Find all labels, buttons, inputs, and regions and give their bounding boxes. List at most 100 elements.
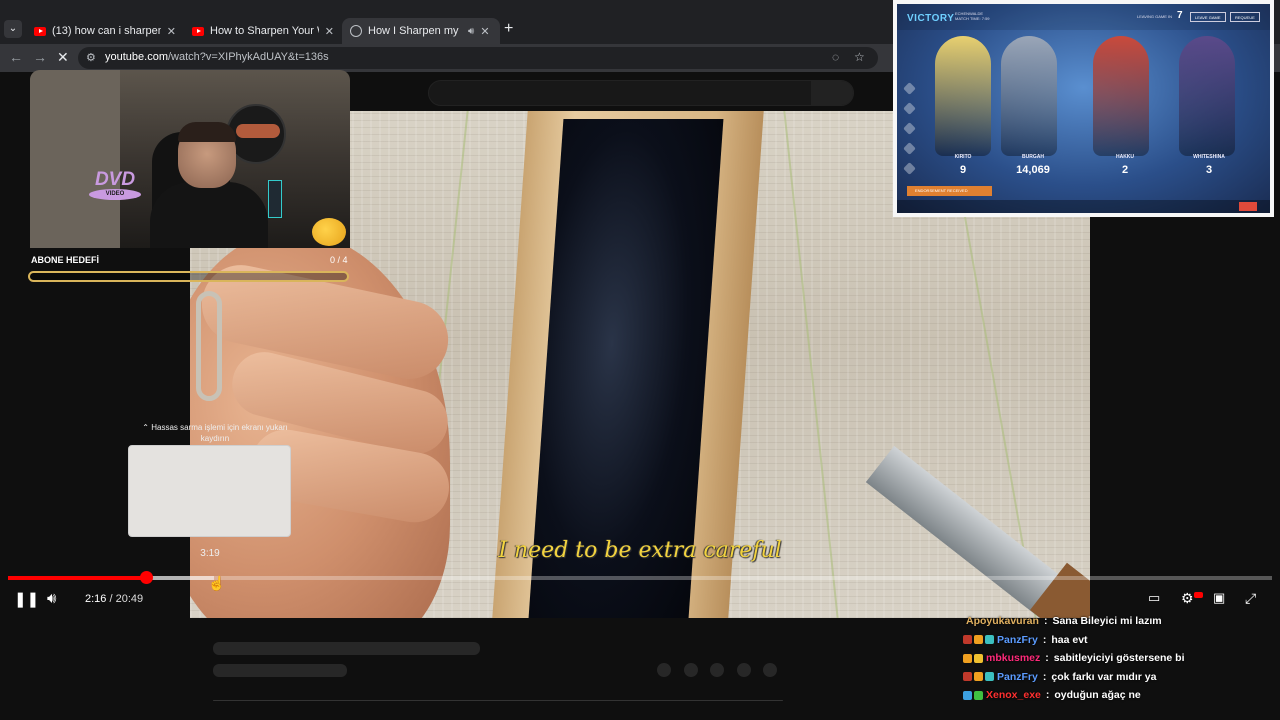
endorsement-banner: ENDORSEMENT RECEIVED xyxy=(907,186,992,196)
chat-badge-icon xyxy=(974,690,983,700)
action-skeleton xyxy=(737,663,751,677)
game-footer xyxy=(897,200,1270,213)
action-skeleton xyxy=(763,663,777,677)
leaving-count: 7 xyxy=(1177,10,1183,21)
mouse-cursor-icon: ☝ xyxy=(208,575,226,591)
search-bar-placeholder[interactable] xyxy=(428,80,854,106)
requeue-button: REQUEUE xyxy=(1230,12,1260,22)
url-path: /watch?v=XIPhykAdUAY&t=136s xyxy=(167,51,329,63)
player-name-2: BURGAH xyxy=(1022,154,1044,160)
divider xyxy=(213,700,783,701)
chat-separator: : xyxy=(1045,689,1050,701)
chat-text: sabitleyiciyi göstersene bi xyxy=(1053,652,1185,664)
hd-badge xyxy=(1194,592,1203,598)
chat-username: mbkusmez xyxy=(986,652,1041,664)
leaving-label: LEAVING GAME IN xyxy=(1137,14,1173,19)
player-value-1: 9 xyxy=(959,164,967,176)
chat-username: Apoyukavuran xyxy=(966,615,1039,627)
youtube-favicon-icon xyxy=(34,26,46,36)
chat-separator: : xyxy=(1042,670,1047,683)
site-info-icon[interactable]: ⚙ xyxy=(86,51,96,64)
streamer-headset xyxy=(178,122,236,142)
player-value-2: 14,069 xyxy=(1016,164,1050,176)
ring xyxy=(196,291,222,401)
tab-title: How I Sharpen my Carving Knife xyxy=(368,25,462,37)
dvd-logo-text: DVD xyxy=(94,169,136,190)
hero-4 xyxy=(1179,36,1235,156)
leave-game-button: LEAVE GAME xyxy=(1190,12,1226,22)
chat-username: PanzFry xyxy=(997,670,1038,683)
bookmark-star-icon[interactable]: ☆ xyxy=(854,50,865,64)
chat-message: Apoyukavuran: Sana Bileyici mi lazım xyxy=(965,612,1162,630)
player-value-4: 3 xyxy=(1205,164,1213,176)
sub-goal-label: ABONE HEDEFİ xyxy=(31,255,100,265)
action-skeleton xyxy=(710,663,724,677)
dvd-logo-sub: VIDEO xyxy=(89,189,141,200)
browser-tab-1[interactable]: (13) how can i sharpen whittle knife ✕ xyxy=(26,18,184,44)
chat-badge-icon xyxy=(974,635,983,644)
address-bar[interactable]: ⚙ youtube.com/watch?v=XIPhykAdUAY&t=136s… xyxy=(78,47,878,69)
game-scoreboard: VICTORY ECHENWALDE MATCH TIME: 7:59 LEAVI… xyxy=(897,4,1270,213)
precision-seek-hint: ⌃ Hassas sarma işlemi için ekranı yukarı… xyxy=(142,423,288,443)
chat-text: Sana Bileyici mi lazım xyxy=(1052,615,1162,627)
hero-3 xyxy=(1093,36,1149,156)
streamer-body xyxy=(150,182,268,248)
progress-played xyxy=(8,576,146,580)
game-footer-button xyxy=(1239,202,1257,211)
gear-icon[interactable]: ⚙ xyxy=(1181,590,1194,607)
close-tab-icon[interactable]: ✕ xyxy=(325,25,334,38)
seek-preview-thumbnail xyxy=(128,445,291,537)
video-subtitle: I need to be extra careful xyxy=(498,538,782,563)
pause-icon[interactable]: ❚❚ xyxy=(14,590,39,608)
action-skeleton xyxy=(684,663,698,677)
hero-2 xyxy=(1001,36,1057,156)
browser-tab-3[interactable]: How I Sharpen my Carving Knife 🔊︎ ✕ xyxy=(342,18,500,44)
hex-icon xyxy=(903,102,916,115)
meta-skeleton xyxy=(213,664,347,677)
time-separator: / xyxy=(106,593,116,605)
chat-username: PanzFry xyxy=(997,633,1038,646)
victory-title: VICTORY xyxy=(907,13,955,24)
chat-separator: : xyxy=(1045,652,1049,664)
chat-badge-icon xyxy=(963,672,972,681)
close-tab-icon[interactable]: ✕ xyxy=(167,25,176,38)
chat-badge-icon xyxy=(974,672,983,681)
title-skeleton xyxy=(213,642,480,655)
back-icon[interactable]: ← xyxy=(9,49,23,65)
precision-seek-hint-text: Hassas sarma işlemi için ekranı yukarı k… xyxy=(151,423,288,443)
chat-badge-icon xyxy=(974,653,983,663)
match-time: MATCH TIME: 7:59 xyxy=(955,16,990,21)
hex-icon xyxy=(903,82,916,95)
close-tab-icon[interactable]: ✕ xyxy=(480,25,489,38)
chat-separator: : xyxy=(1042,633,1047,646)
speaker-icon[interactable]: 🔊︎ xyxy=(468,26,474,37)
forward-icon[interactable]: → xyxy=(33,49,47,65)
chat-message: PanzFry: çok farkı var mıdır ya xyxy=(963,668,1156,686)
chat-message: mbkusmez: sabitleyiciyi göstersene bi xyxy=(963,649,1185,667)
browser-tab-2[interactable]: How to Sharpen Your Whittling Knife ✕ xyxy=(184,18,342,44)
subtitles-icon[interactable]: ▭ xyxy=(1148,590,1160,606)
youtube-favicon-icon xyxy=(192,26,204,36)
hex-icon xyxy=(903,142,916,155)
eye-off-icon[interactable]: ◌ xyxy=(832,50,839,64)
progress-bar[interactable] xyxy=(8,571,1272,584)
theater-mode-icon[interactable]: ▣ xyxy=(1213,590,1225,606)
chat-text: oyduğun ağaç ne xyxy=(1054,689,1141,701)
sub-goal-count: 0 / 4 xyxy=(330,255,348,265)
tab-title: (13) how can i sharpen whittle knife xyxy=(52,25,161,37)
chat-badge-icon xyxy=(963,690,972,700)
fullscreen-icon[interactable]: ⤢ xyxy=(1245,590,1256,607)
chat-badge-icon xyxy=(963,653,972,663)
chat-text: çok farkı var mıdır ya xyxy=(1051,670,1157,683)
chat-badge-icon xyxy=(985,635,994,644)
webcam-door xyxy=(30,70,120,248)
new-tab-button[interactable]: + xyxy=(504,20,513,38)
screen: ⌄ (13) how can i sharpen whittle knife ✕… xyxy=(0,0,1280,720)
progress-scrubber[interactable] xyxy=(139,571,153,584)
chat-badge-icon xyxy=(985,672,994,681)
stop-loading-icon[interactable]: ✕ xyxy=(57,49,69,66)
chat-text: haa evt xyxy=(1051,633,1088,646)
player-name-4: WHITESHINA xyxy=(1193,154,1225,160)
tab-search-menu-icon[interactable]: ⌄ xyxy=(4,20,22,38)
volume-icon[interactable]: 🔊︎ xyxy=(47,590,56,607)
